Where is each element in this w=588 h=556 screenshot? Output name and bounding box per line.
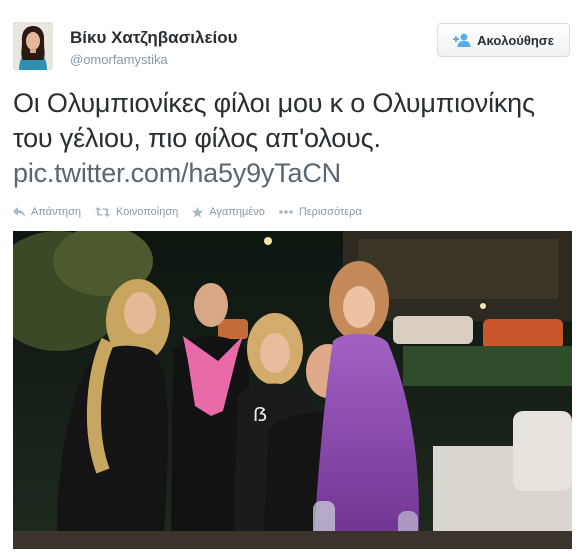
retweet-action[interactable]: Κοινοποίηση (95, 206, 178, 218)
reply-icon (13, 207, 25, 217)
retweet-label: Κοινοποίηση (116, 206, 179, 218)
favorite-label: Αγαπημένο (209, 206, 265, 218)
tweet-photo[interactable]: ẞ (13, 231, 572, 549)
star-icon (192, 206, 204, 217)
profile-photo (13, 22, 53, 70)
tweet-text: Οι Ολυμπιονίκες φίλοι μου κ ο Ολυμπιονίκ… (13, 86, 578, 191)
add-user-icon (453, 33, 471, 47)
tweet-actions: Απάντηση Κοινοποίηση Αγαπημένο Περισσότε… (13, 204, 376, 220)
more-dots-icon (279, 210, 293, 214)
reply-action[interactable]: Απάντηση (13, 206, 81, 218)
follow-button[interactable]: Ακολούθησε (437, 23, 570, 57)
retweet-icon (95, 207, 110, 217)
author-handle[interactable]: @omorfamystika (70, 52, 168, 67)
author-display-name[interactable]: Βίκυ Χατζηβασιλείου (70, 28, 238, 48)
more-action[interactable]: Περισσότερα (279, 206, 362, 218)
reply-label: Απάντηση (31, 206, 81, 218)
tweet-body: Οι Ολυμπιονίκες φίλοι μου κ ο Ολυμπιονίκ… (13, 88, 535, 153)
follow-button-label: Ακολούθησε (477, 32, 554, 48)
group-photo-image: ẞ (13, 231, 572, 549)
favorite-action[interactable]: Αγαπημένο (192, 206, 265, 218)
svg-text:ẞ: ẞ (253, 404, 267, 426)
avatar[interactable] (13, 22, 53, 70)
tweet-media-link[interactable]: pic.twitter.com/ha5y9yTaCN (13, 156, 578, 191)
more-label: Περισσότερα (298, 206, 362, 218)
